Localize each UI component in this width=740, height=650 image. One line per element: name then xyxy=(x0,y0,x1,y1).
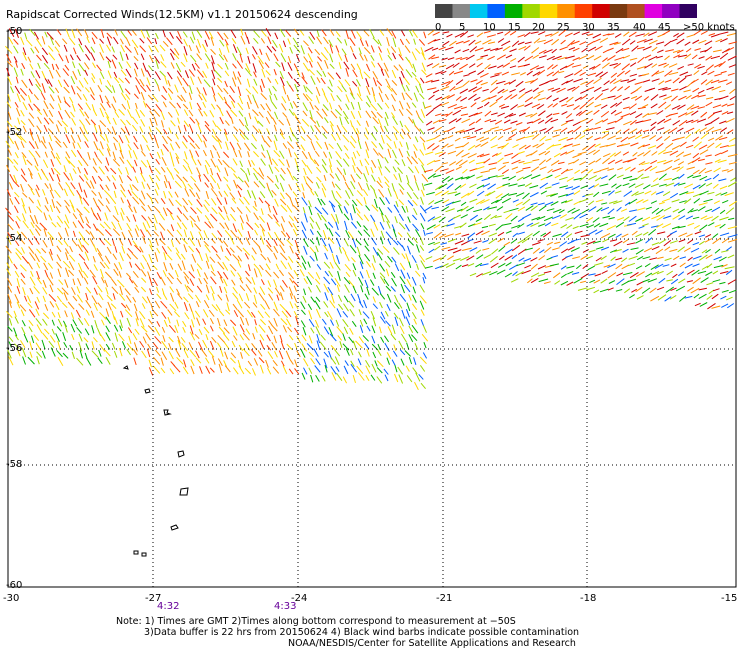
legend-swatch xyxy=(539,4,558,18)
legend-swatch xyxy=(435,4,454,18)
lon-label: -30 xyxy=(3,593,20,604)
lat-label: -58 xyxy=(6,459,23,470)
lon-label: -15 xyxy=(721,593,738,604)
lat-label: -52 xyxy=(6,127,23,138)
pass-time: 4:33 xyxy=(274,601,297,612)
legend-label-25: 25 xyxy=(557,22,570,33)
legend-label-35: 35 xyxy=(607,22,620,33)
wind-speed-legend: 0 5 10 15 20 25 30 35 40 45 >50 knots xyxy=(435,4,735,33)
map-title: Rapidscat Corrected Winds(12.5KM) v1.1 2… xyxy=(6,8,358,21)
legend-label-50: >50 knots xyxy=(683,22,735,33)
lon-label: -21 xyxy=(436,593,453,604)
wind-map xyxy=(5,27,738,588)
map-frame xyxy=(7,29,737,588)
pass-time: 4:32 xyxy=(157,601,180,612)
note-line-3: NOAA/NESDIS/Center for Satellite Applica… xyxy=(288,638,576,649)
legend-label-10: 10 xyxy=(483,22,496,33)
legend-label-40: 40 xyxy=(633,22,646,33)
lat-label: -50 xyxy=(6,26,23,37)
lat-label: -54 xyxy=(6,233,23,244)
legend-label-20: 20 xyxy=(532,22,545,33)
legend-swatch xyxy=(627,4,646,18)
legend-swatch xyxy=(557,4,576,18)
legend-label-0: 0 xyxy=(435,22,442,33)
legend-swatch xyxy=(452,4,471,18)
legend-color-bar xyxy=(435,4,697,18)
legend-swatch xyxy=(592,4,611,18)
lat-label: -56 xyxy=(6,343,23,354)
legend-swatch xyxy=(679,4,697,18)
legend-swatch xyxy=(644,4,663,18)
legend-swatch xyxy=(609,4,628,18)
note-line-1: Note: 1) Times are GMT 2)Times along bot… xyxy=(116,616,516,627)
legend-swatch xyxy=(487,4,506,18)
legend-label-5: 5 xyxy=(459,22,466,33)
lon-label: -18 xyxy=(580,593,597,604)
legend-label-15: 15 xyxy=(508,22,521,33)
legend-label-45: 45 xyxy=(658,22,671,33)
lat-label: -60 xyxy=(6,580,23,591)
legend-swatch xyxy=(662,4,681,18)
legend-swatch xyxy=(522,4,541,18)
legend-swatch xyxy=(574,4,593,18)
legend-label-30: 30 xyxy=(582,22,595,33)
legend-swatch xyxy=(469,4,488,18)
note-line-2: 3)Data buffer is 22 hrs from 20150624 4)… xyxy=(144,627,580,638)
legend-swatch xyxy=(504,4,523,18)
